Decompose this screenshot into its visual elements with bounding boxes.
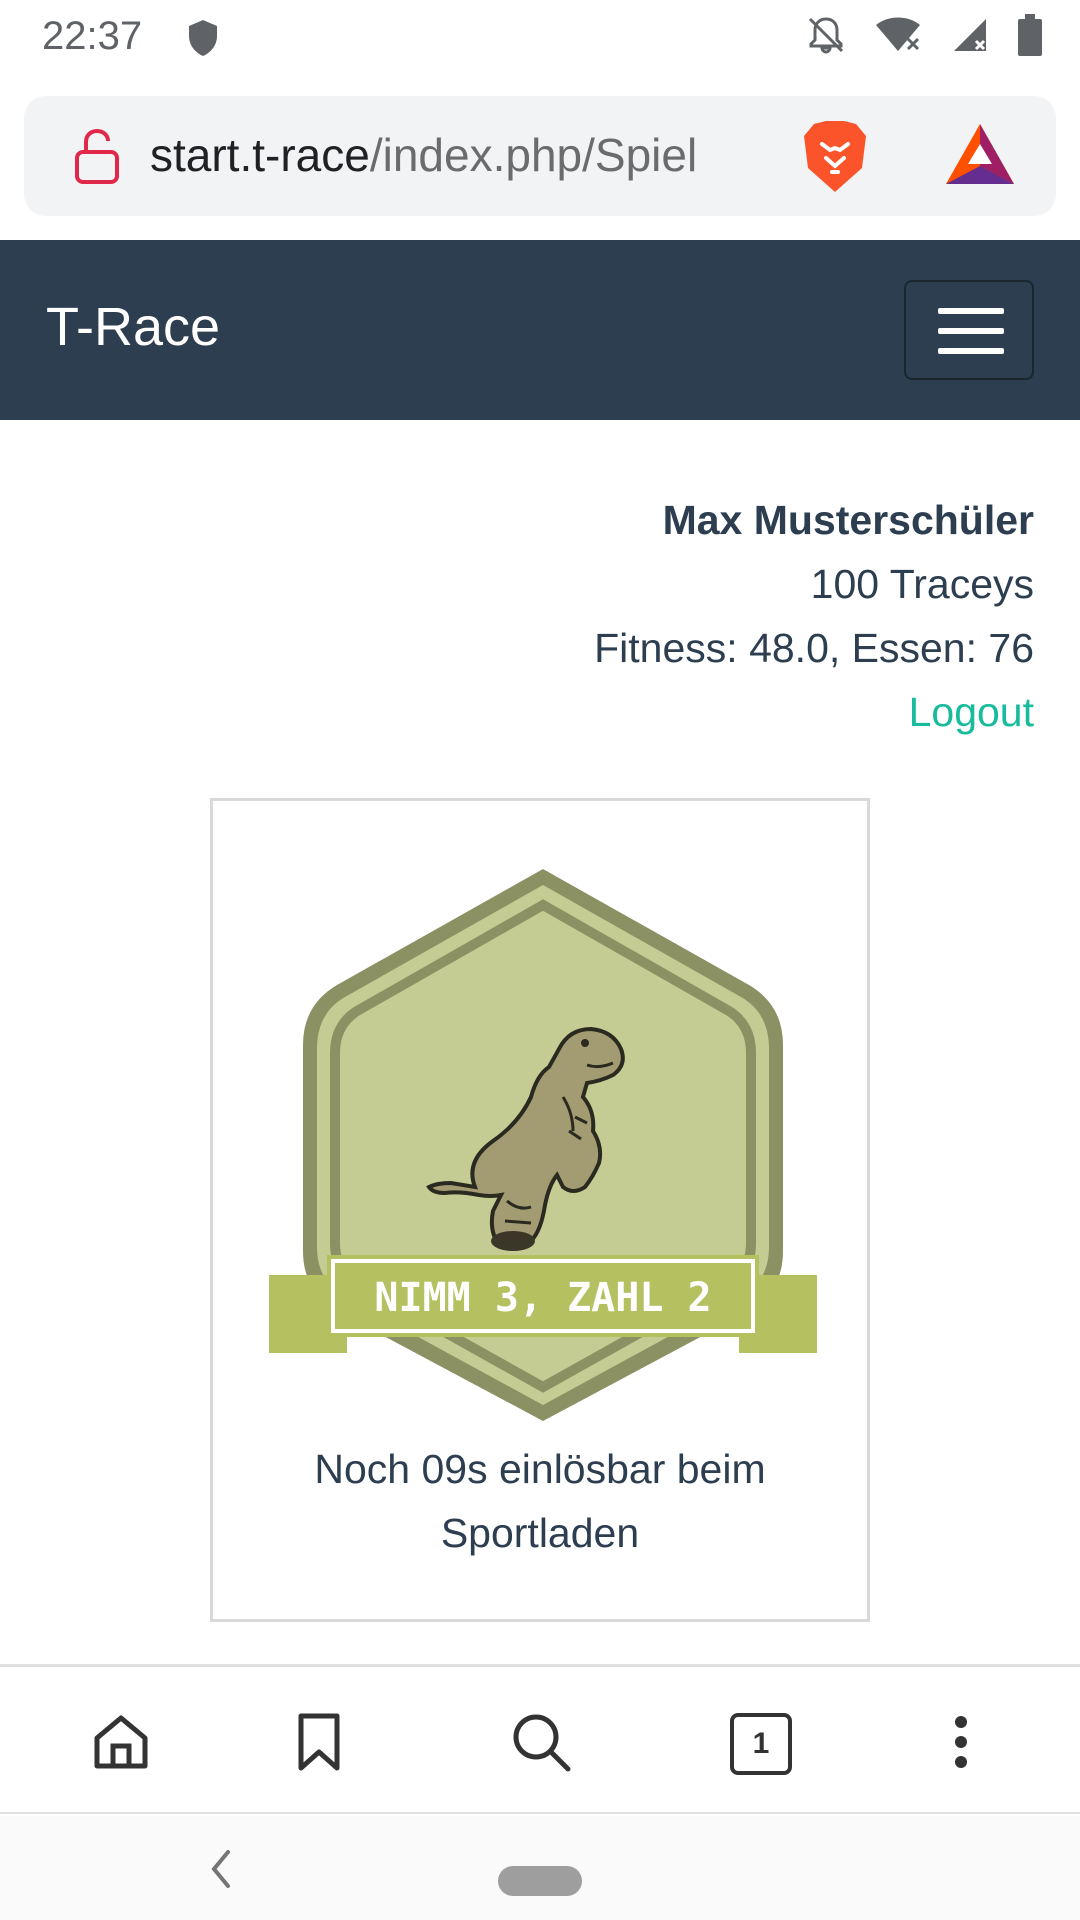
logout-link[interactable]: Logout bbox=[594, 680, 1034, 744]
more-vert-icon bbox=[951, 1714, 971, 1775]
home-icon bbox=[91, 1712, 151, 1777]
url-text[interactable]: start.t-race/index.php/Spiel bbox=[150, 128, 697, 182]
user-name: Max Musterschüler bbox=[662, 497, 1034, 543]
search-button[interactable] bbox=[506, 1709, 576, 1779]
url-path: /index.php/Spiel bbox=[369, 129, 698, 181]
user-info: Max Musterschüler 100 Traceys Fitness: 4… bbox=[594, 488, 1034, 744]
lock-open-icon[interactable] bbox=[72, 128, 122, 189]
coupon-caption-line1: Noch 09s einlösbar beim bbox=[314, 1446, 766, 1492]
bat-rewards-icon[interactable] bbox=[944, 122, 1016, 191]
notifications-off-icon bbox=[806, 15, 846, 60]
shield-icon bbox=[186, 18, 220, 63]
brand-link[interactable]: T-Race bbox=[46, 296, 220, 358]
bookmark-icon bbox=[295, 1712, 343, 1777]
address-bar[interactable]: start.t-race/index.php/Spiel bbox=[24, 96, 1056, 216]
coupon-card[interactable]: NIMM 3, ZAHL 2 Noch 09s einlösbar beim S… bbox=[210, 798, 870, 1622]
tabs-icon: 1 bbox=[730, 1713, 792, 1775]
tab-count: 1 bbox=[752, 1727, 770, 1760]
search-icon bbox=[510, 1711, 572, 1778]
more-menu-button[interactable] bbox=[926, 1709, 996, 1779]
badge-text: NIMM 3, ZAHL 2 bbox=[374, 1275, 711, 1321]
system-navigation-bar bbox=[0, 1816, 1080, 1920]
coupon-badge: NIMM 3, ZAHL 2 bbox=[269, 869, 817, 1421]
back-chevron-icon[interactable] bbox=[206, 1846, 236, 1897]
status-time: 22:37 bbox=[42, 14, 143, 58]
home-gesture-pill[interactable] bbox=[498, 1866, 582, 1896]
bookmark-button[interactable] bbox=[284, 1709, 354, 1779]
hamburger-icon bbox=[938, 308, 1004, 314]
coupon-caption-line2: Sportladen bbox=[440, 1510, 640, 1556]
wifi-icon bbox=[874, 15, 922, 60]
site-navbar: T-Race bbox=[0, 240, 1080, 420]
hamburger-icon-bar bbox=[938, 348, 1004, 354]
tabs-button[interactable]: 1 bbox=[726, 1709, 796, 1779]
coupon-caption: Noch 09s einlösbar beim Sportladen bbox=[213, 1437, 867, 1565]
user-stats: Fitness: 48.0, Essen: 76 bbox=[594, 625, 1034, 671]
currency-balance: 100 Traceys bbox=[810, 561, 1034, 607]
menu-toggle-button[interactable] bbox=[904, 280, 1034, 380]
browser-bottom-toolbar: 1 bbox=[0, 1664, 1080, 1814]
brave-lion-icon[interactable] bbox=[802, 120, 868, 199]
hamburger-icon-bar bbox=[938, 328, 1004, 334]
home-button[interactable] bbox=[86, 1709, 156, 1779]
url-host: start.t-race bbox=[150, 129, 370, 181]
battery-icon bbox=[1018, 14, 1042, 61]
signal-icon bbox=[950, 15, 990, 60]
status-bar: 22:37 bbox=[0, 0, 1080, 78]
